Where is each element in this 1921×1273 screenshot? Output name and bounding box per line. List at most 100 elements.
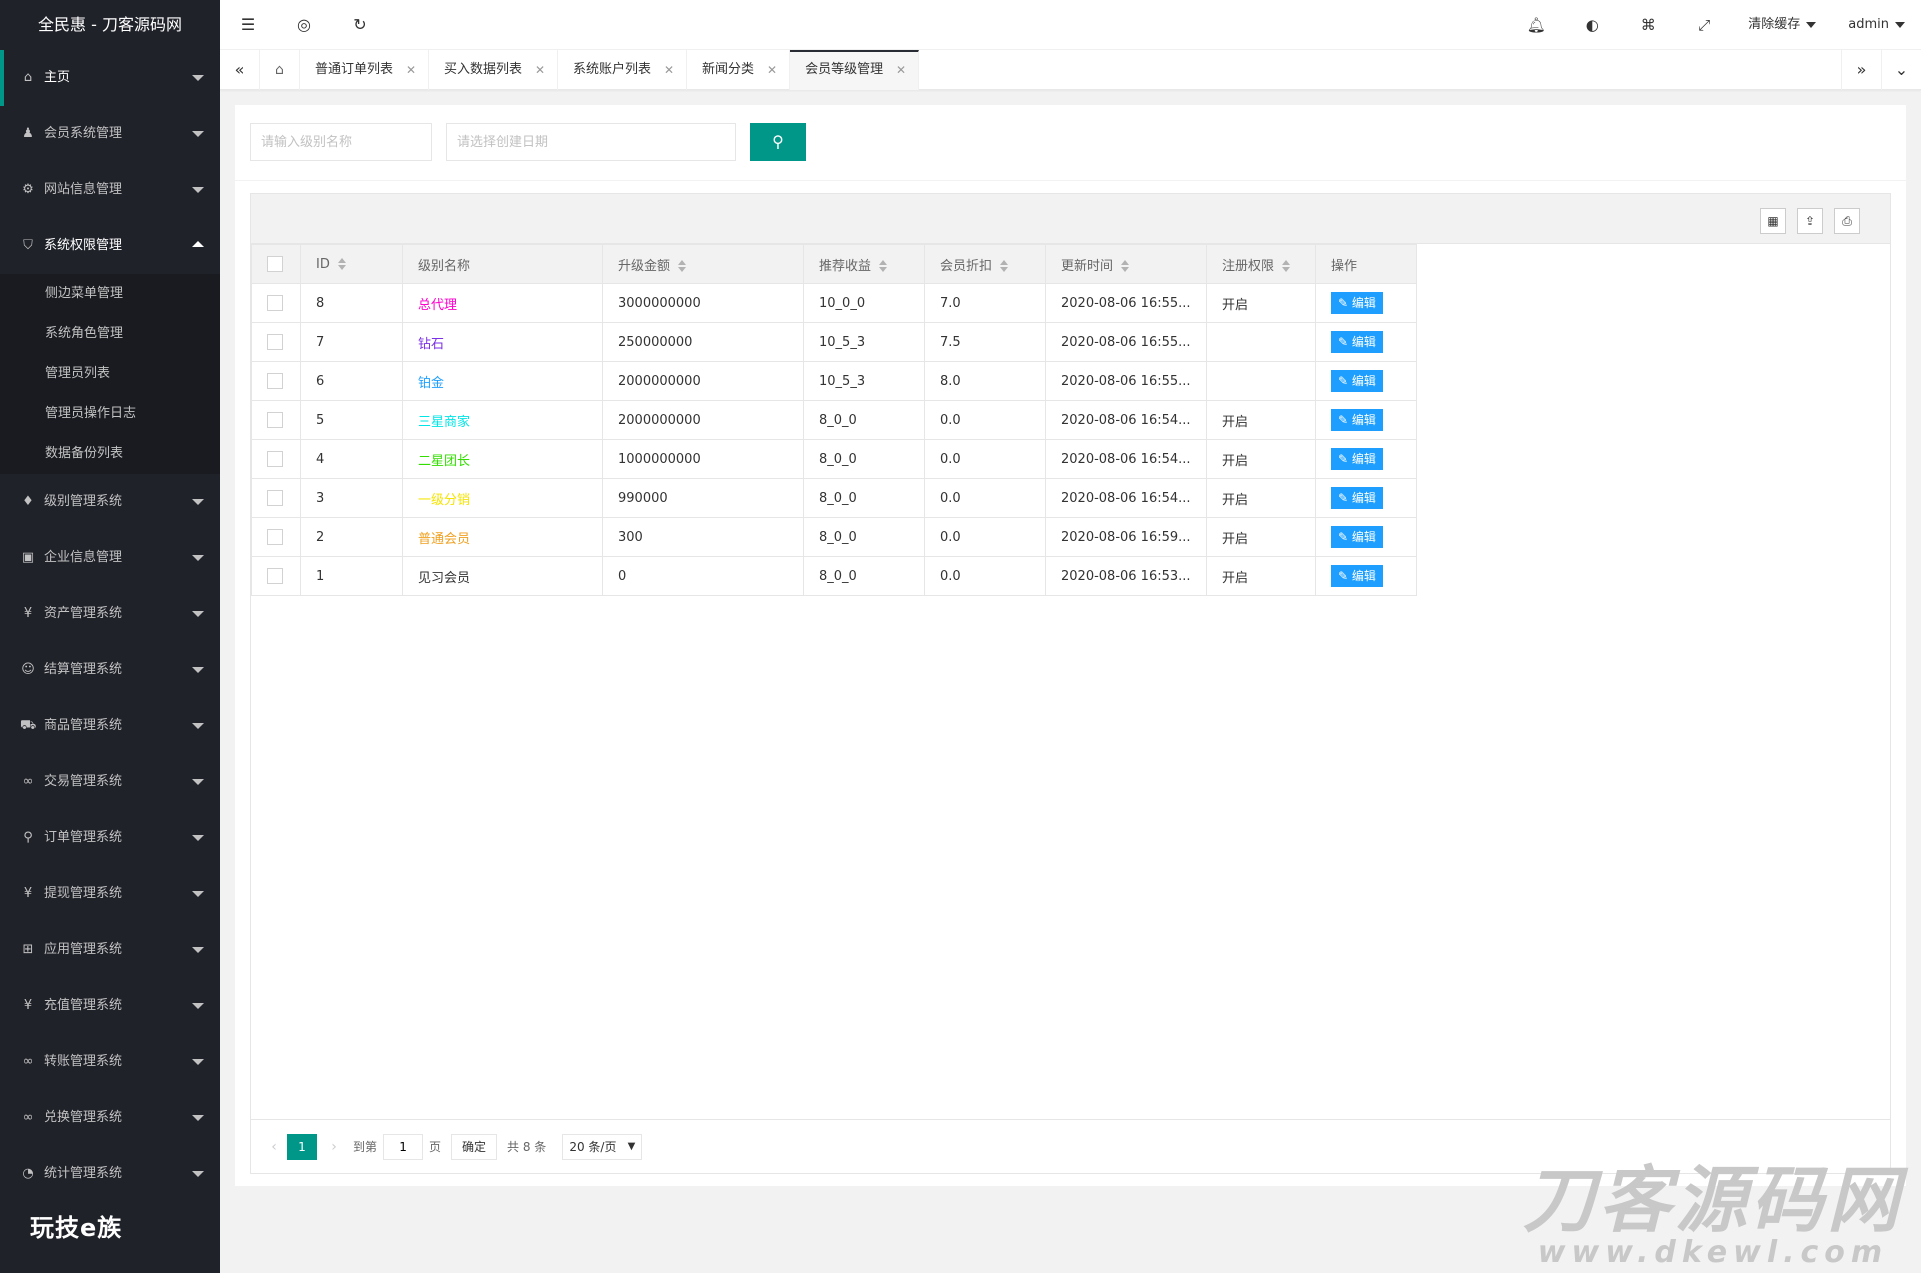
sidebar-item-home[interactable]: ⌂ 主页 bbox=[0, 50, 220, 106]
select-all-checkbox[interactable] bbox=[267, 256, 283, 272]
clear-cache-dropdown[interactable]: 清除缓存 bbox=[1732, 0, 1832, 50]
sidebar-item-order[interactable]: ⚲ 订单管理系统 bbox=[0, 810, 220, 866]
sidebar-item-asset[interactable]: ¥ 资产管理系统 bbox=[0, 586, 220, 642]
page-size-select[interactable]: 20 条/页 ▼ bbox=[562, 1133, 643, 1160]
row-checkbox[interactable] bbox=[267, 451, 283, 467]
column-header-id[interactable]: ID bbox=[300, 244, 403, 284]
edit-button[interactable]: ✎ 编辑 bbox=[1331, 526, 1383, 548]
row-checkbox[interactable] bbox=[267, 295, 283, 311]
cell-name: 普通会员 bbox=[402, 517, 603, 557]
tab-item[interactable]: 系统账户列表 ✕ bbox=[558, 50, 688, 90]
sidebar-item-label: 统计管理系统 bbox=[44, 1166, 123, 1181]
globe-icon[interactable]: ◎ bbox=[276, 0, 332, 50]
sort-icon[interactable] bbox=[1000, 260, 1009, 272]
edit-button[interactable]: ✎ 编辑 bbox=[1331, 448, 1383, 470]
tab-item[interactable]: 会员等级管理 ✕ bbox=[790, 50, 920, 90]
level-name-input[interactable] bbox=[250, 123, 432, 161]
column-header-action: 操作 bbox=[1315, 244, 1417, 284]
close-icon[interactable]: ✕ bbox=[896, 52, 906, 88]
subnav-item[interactable]: 系统角色管理 bbox=[0, 314, 220, 354]
row-checkbox[interactable] bbox=[267, 490, 283, 506]
export-icon[interactable]: ⇪ bbox=[1797, 208, 1823, 234]
theme-icon[interactable]: ◐ bbox=[1564, 0, 1620, 50]
sort-icon[interactable] bbox=[1121, 260, 1130, 272]
cell-name: 二星团长 bbox=[402, 439, 603, 479]
sidebar-item-exchange[interactable]: ∞ 兑换管理系统 bbox=[0, 1090, 220, 1146]
caret-icon bbox=[192, 779, 204, 785]
close-icon[interactable]: ✕ bbox=[406, 50, 416, 90]
row-checkbox[interactable] bbox=[267, 529, 283, 545]
sort-icon[interactable] bbox=[1282, 260, 1291, 272]
goto-confirm-button[interactable]: 确定 bbox=[451, 1133, 498, 1160]
search-button[interactable]: ⚲ bbox=[750, 123, 806, 161]
home-tab-icon[interactable]: ⌂ bbox=[260, 50, 300, 90]
sidebar-item-company[interactable]: ▣ 企业信息管理 bbox=[0, 530, 220, 586]
sidebar-item-app[interactable]: ⊞ 应用管理系统 bbox=[0, 922, 220, 978]
sidebar-item-withdraw[interactable]: ¥ 提现管理系统 bbox=[0, 866, 220, 922]
sidebar-item-website[interactable]: ⚙ 网站信息管理 bbox=[0, 162, 220, 218]
caret-icon bbox=[192, 1059, 204, 1065]
prev-page-icon[interactable]: ‹ bbox=[261, 1139, 287, 1155]
sidebar-item-transfer[interactable]: ∞ 转账管理系统 bbox=[0, 1034, 220, 1090]
level-name: 铂金 bbox=[418, 375, 445, 391]
edit-button[interactable]: ✎ 编辑 bbox=[1331, 565, 1383, 587]
sidebar-item-recharge[interactable]: ¥ 充值管理系统 bbox=[0, 978, 220, 1034]
sidebar-item-level[interactable]: ♦ 级别管理系统 bbox=[0, 474, 220, 530]
row-checkbox[interactable] bbox=[267, 334, 283, 350]
user-dropdown[interactable]: admin bbox=[1832, 0, 1921, 50]
row-checkbox[interactable] bbox=[267, 412, 283, 428]
columns-icon[interactable]: ▦ bbox=[1760, 208, 1786, 234]
cell-permission: 开启 bbox=[1206, 478, 1316, 518]
sidebar-item-trade[interactable]: ∞ 交易管理系统 bbox=[0, 754, 220, 810]
website-icon: ⚙ bbox=[22, 182, 34, 197]
sort-icon[interactable] bbox=[678, 260, 687, 272]
close-icon[interactable]: ✕ bbox=[664, 50, 674, 90]
sidebar-item-permission[interactable]: ⛉ 系统权限管理 bbox=[0, 218, 220, 274]
column-header-time[interactable]: 更新时间 bbox=[1045, 244, 1207, 284]
refresh-icon[interactable]: ↻ bbox=[332, 0, 388, 50]
print-icon[interactable]: ⎙ bbox=[1834, 208, 1860, 234]
edit-button[interactable]: ✎ 编辑 bbox=[1331, 370, 1383, 392]
cell-permission: 开启 bbox=[1206, 439, 1316, 479]
sidebar-item-member[interactable]: ♟ 会员系统管理 bbox=[0, 106, 220, 162]
goto-page-input[interactable] bbox=[383, 1133, 424, 1160]
row-checkbox[interactable] bbox=[267, 568, 283, 584]
column-header-discount[interactable]: 会员折扣 bbox=[924, 244, 1046, 284]
tabs-menu-chevron-icon[interactable]: ⌄ bbox=[1881, 50, 1921, 90]
app-logo[interactable]: 全民惠 - 刀客源码网 bbox=[0, 0, 220, 50]
sort-icon[interactable] bbox=[337, 258, 346, 270]
column-header-reward[interactable]: 推荐收益 bbox=[803, 244, 925, 284]
level-name: 钻石 bbox=[418, 336, 445, 352]
page-button-current[interactable]: 1 bbox=[287, 1133, 317, 1160]
sidebar-item-goods[interactable]: ⛟ 商品管理系统 bbox=[0, 698, 220, 754]
edit-button[interactable]: ✎ 编辑 bbox=[1331, 487, 1383, 509]
create-date-input[interactable] bbox=[446, 123, 736, 161]
tabs-scroll-left-icon[interactable]: « bbox=[220, 50, 260, 90]
cell-discount: 0.0 bbox=[924, 400, 1046, 440]
tag-icon[interactable]: ⌘ bbox=[1620, 0, 1676, 50]
subnav-item[interactable]: 数据备份列表 bbox=[0, 434, 220, 474]
close-icon[interactable]: ✕ bbox=[535, 50, 545, 90]
tab-item[interactable]: 买入数据列表 ✕ bbox=[429, 50, 559, 90]
close-icon[interactable]: ✕ bbox=[767, 50, 777, 90]
fullscreen-icon[interactable]: ⤢ bbox=[1676, 0, 1732, 50]
tab-item[interactable]: 新闻分类 ✕ bbox=[687, 50, 791, 90]
subnav-item[interactable]: 侧边菜单管理 bbox=[0, 274, 220, 314]
sidebar-item-stats[interactable]: ◔ 统计管理系统 bbox=[0, 1146, 220, 1202]
edit-button[interactable]: ✎ 编辑 bbox=[1331, 292, 1383, 314]
sort-icon[interactable] bbox=[879, 260, 888, 272]
edit-button[interactable]: ✎ 编辑 bbox=[1331, 409, 1383, 431]
row-checkbox[interactable] bbox=[267, 373, 283, 389]
sidebar-item-settlement[interactable]: ☺ 结算管理系统 bbox=[0, 642, 220, 698]
bell-icon[interactable]: 🔔︎ bbox=[1508, 0, 1564, 50]
column-header-amount[interactable]: 升级金额 bbox=[602, 244, 804, 284]
cell-name: 见习会员 bbox=[402, 556, 603, 596]
next-page-icon[interactable]: › bbox=[321, 1139, 347, 1155]
column-header-permission[interactable]: 注册权限 bbox=[1206, 244, 1316, 284]
edit-button[interactable]: ✎ 编辑 bbox=[1331, 331, 1383, 353]
menu-toggle-icon[interactable]: ☰ bbox=[220, 0, 276, 50]
subnav-item[interactable]: 管理员列表 bbox=[0, 354, 220, 394]
subnav-item[interactable]: 管理员操作日志 bbox=[0, 394, 220, 434]
tab-item[interactable]: 普通订单列表 ✕ bbox=[300, 50, 430, 90]
tabs-scroll-right-icon[interactable]: » bbox=[1841, 50, 1881, 90]
